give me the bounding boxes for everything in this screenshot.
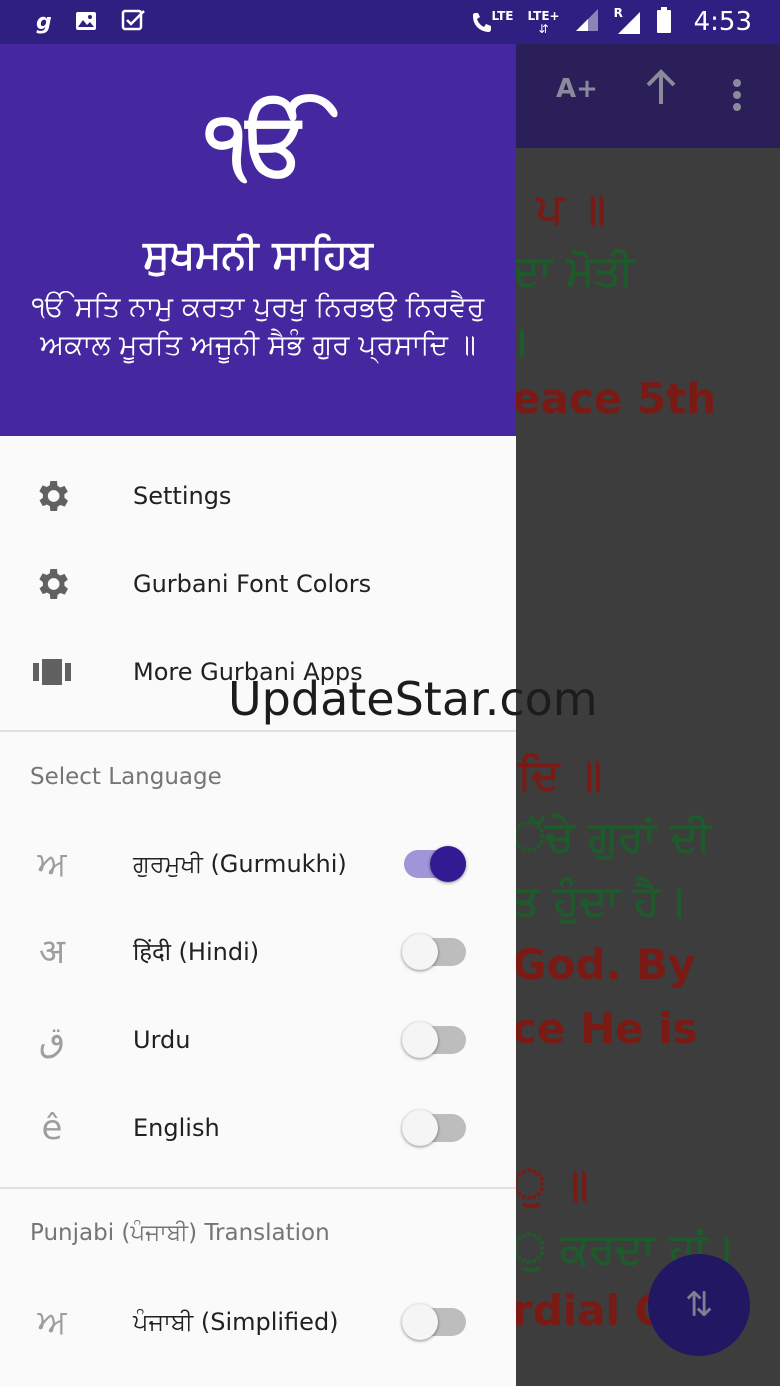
watermark: UpdateStar.com — [228, 672, 598, 726]
status-clock: 4:53 — [693, 7, 752, 37]
language-item-hindi[interactable]: अ हिंदी (Hindi) — [0, 908, 516, 996]
menu-item-label: Settings — [133, 482, 232, 510]
divider — [0, 1187, 516, 1189]
english-glyph-icon: ê — [41, 1108, 63, 1148]
gear-icon — [32, 476, 72, 516]
lte-plus-icon: LTE+ ⇵ — [527, 9, 560, 36]
punjabi-glyph-icon: ਅ — [37, 1302, 67, 1342]
swap-vertical-icon: ⇅ — [684, 1285, 714, 1325]
signal-icon — [574, 7, 600, 37]
language-item-english[interactable]: ê English — [0, 1084, 516, 1172]
urdu-toggle[interactable] — [402, 1022, 466, 1058]
app-title: ਸੁਖਮਨੀ ਸਾਹਿਬ — [143, 232, 373, 278]
roaming-signal-icon: R — [613, 6, 642, 36]
bg-text-line: rdial G — [516, 1286, 670, 1335]
bg-text-line: ਦਿ ॥ — [518, 750, 603, 799]
app-toolbar: A+ — [516, 44, 780, 148]
language-item-urdu[interactable]: ق Urdu — [0, 996, 516, 1084]
gurmukhi-glyph-icon: ਅ — [37, 844, 67, 884]
bg-text-line: । — [516, 312, 528, 369]
menu-item-gurbani-font-colors[interactable]: Gurbani Font Colors — [0, 540, 516, 628]
english-toggle[interactable] — [402, 1110, 466, 1146]
font-size-button[interactable]: A+ — [556, 74, 598, 104]
language-label: हिंदी (Hindi) — [133, 938, 260, 966]
ik-onkar-symbol: ੴ — [205, 94, 311, 194]
checkbox-icon — [120, 8, 146, 38]
bg-text-line: ੱਚੇ ਗੁਰਾਂ ਦੀ — [516, 812, 711, 861]
phone-lte-icon: LTE — [471, 9, 514, 35]
bg-text-line: ੁ ॥ — [516, 1160, 589, 1209]
battery-icon — [656, 6, 672, 38]
roaming-label: R — [613, 6, 623, 20]
image-icon — [74, 9, 98, 37]
translation-item-punjabi-simplified[interactable]: ਅ ਪੰਜਾਬੀ (Simplified) — [0, 1278, 516, 1366]
urdu-glyph-icon: ق — [38, 1020, 66, 1060]
lte-plus-label: LTE+ — [527, 9, 560, 23]
arrow-up-icon[interactable] — [644, 68, 678, 115]
divider — [0, 730, 516, 732]
bg-text-line: ce He is — [516, 1004, 698, 1053]
section-title-select-language: Select Language — [30, 764, 222, 790]
gurmukhi-toggle[interactable] — [404, 846, 466, 882]
bg-text-line: ਪ ॥ — [536, 184, 607, 233]
drawer-header: ੴ ਸੁਖਮਨੀ ਸਾਹਿਬ ੴ ਸਤਿ ਨਾਮੁ ਕਰਤਾ ਪੁਰਖੁ ਨਿਰ… — [0, 44, 516, 436]
bg-text-line: ਤ ਹੁੰਦਾ ਹੈ। — [516, 876, 688, 925]
bg-text-line: eace 5th — [516, 374, 717, 423]
header-subtitle: ੴ ਸਤਿ ਨਾਮੁ ਕਰਤਾ ਪੁਰਖੁ ਨਿਰਭਉ ਨਿਰਵੈਰੁ ਅਕਾਲ… — [31, 290, 485, 361]
bg-text-line: God. By — [516, 940, 696, 989]
section-title-punjabi-translation: Punjabi (ਪੰਜਾਬੀ) Translation — [30, 1220, 330, 1246]
hindi-toggle[interactable] — [402, 934, 466, 970]
menu-item-settings[interactable]: Settings — [0, 452, 516, 540]
translation-label: ਪੰਜਾਬੀ (Simplified) — [133, 1308, 339, 1336]
overflow-menu-icon[interactable] — [732, 78, 742, 119]
hindi-glyph-icon: अ — [39, 932, 65, 972]
language-item-gurmukhi[interactable]: ਅ ਗੁਰਮੁਖੀ (Gurmukhi) — [0, 820, 516, 908]
bg-text-line: ਦਾ ਮੋਤੀ — [516, 246, 634, 295]
punjabi-simplified-toggle[interactable] — [402, 1304, 466, 1340]
lte-label: LTE — [491, 9, 514, 23]
menu-item-label: Gurbani Font Colors — [133, 570, 372, 598]
g-notification-icon: g — [36, 10, 52, 35]
swap-vertical-fab[interactable]: ⇅ — [648, 1254, 750, 1356]
language-label: ਗੁਰਮੁਖੀ (Gurmukhi) — [133, 850, 347, 878]
language-label: Urdu — [133, 1026, 191, 1054]
status-bar: g LTE LTE+ ⇵ R 4:53 — [0, 0, 780, 44]
language-label: English — [133, 1114, 220, 1142]
gear-icon — [32, 564, 72, 604]
view-carousel-icon — [32, 652, 72, 692]
